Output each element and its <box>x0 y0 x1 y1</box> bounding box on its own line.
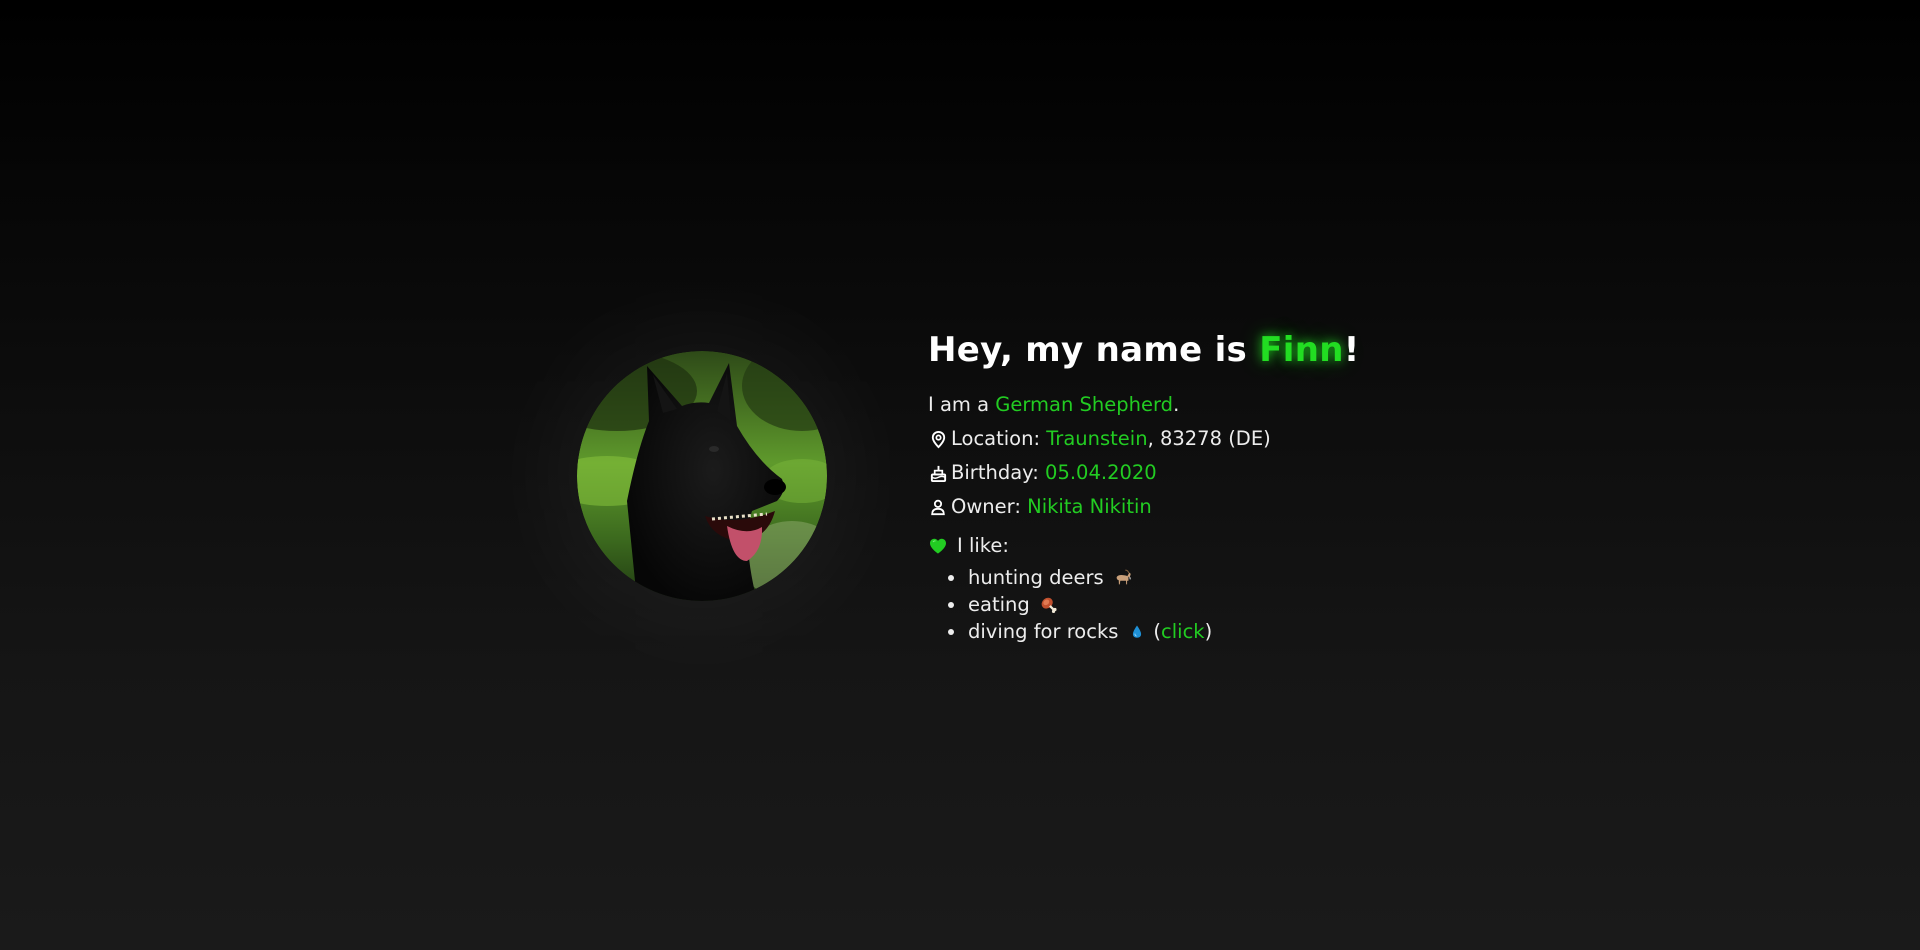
paren-close: ) <box>1204 620 1213 643</box>
meat-on-bone-emoji-icon <box>1038 594 1060 616</box>
bullet <box>948 601 954 608</box>
droplet-emoji-icon <box>1126 621 1148 643</box>
birthday-label: Birthday: <box>951 461 1046 484</box>
breed-suffix: . <box>1173 393 1180 416</box>
page-title: Hey, my name is Finn! <box>928 322 1648 378</box>
click-link[interactable]: click <box>1161 618 1205 645</box>
list-item: eating <box>948 591 1648 618</box>
like-text: eating <box>968 593 1030 616</box>
location-rest: , 83278 (DE) <box>1147 427 1271 450</box>
title-suffix: ! <box>1343 330 1360 370</box>
goat-emoji-icon <box>1112 567 1134 589</box>
list-item: hunting deers <box>948 564 1648 591</box>
map-pin-icon <box>928 429 948 449</box>
bullet <box>948 628 954 635</box>
profile-info: Hey, my name is Finn! I am a German Shep… <box>928 322 1648 645</box>
likes-heading: I like: <box>928 528 1648 564</box>
owner-line: Owner: Nikita Nikitin <box>928 490 1648 524</box>
paren-open: ( <box>1153 620 1162 643</box>
owner-label: Owner: <box>951 495 1028 518</box>
title-prefix: Hey, my name is <box>928 330 1260 370</box>
likes-label: I like: <box>957 534 1009 557</box>
owner-link[interactable]: Nikita Nikitin <box>1027 490 1152 524</box>
bullet <box>948 574 954 581</box>
like-text: diving for rocks <box>968 620 1119 643</box>
location-label: Location: <box>951 427 1047 450</box>
cake-icon <box>928 463 948 483</box>
user-icon <box>928 497 948 517</box>
like-text: hunting deers <box>968 566 1104 589</box>
dog-name: Finn <box>1259 330 1344 370</box>
breed-value: German Shepherd <box>995 393 1174 416</box>
birthday-line: Birthday: 05.04.2020 <box>928 456 1648 490</box>
likes-list: hunting deers eating diving for rocks (c… <box>948 564 1648 645</box>
avatar-wrapper <box>577 351 827 601</box>
birthday-value: 05.04.2020 <box>1045 461 1157 484</box>
breed-line: I am a German Shepherd. <box>928 388 1648 422</box>
location-city: Traunstein <box>1046 427 1148 450</box>
breed-prefix: I am a <box>928 393 996 416</box>
list-item: diving for rocks (click) <box>948 618 1648 645</box>
dog-avatar <box>577 351 827 601</box>
green-heart-icon <box>928 536 948 556</box>
location-line: Location: Traunstein, 83278 (DE) <box>928 422 1648 456</box>
